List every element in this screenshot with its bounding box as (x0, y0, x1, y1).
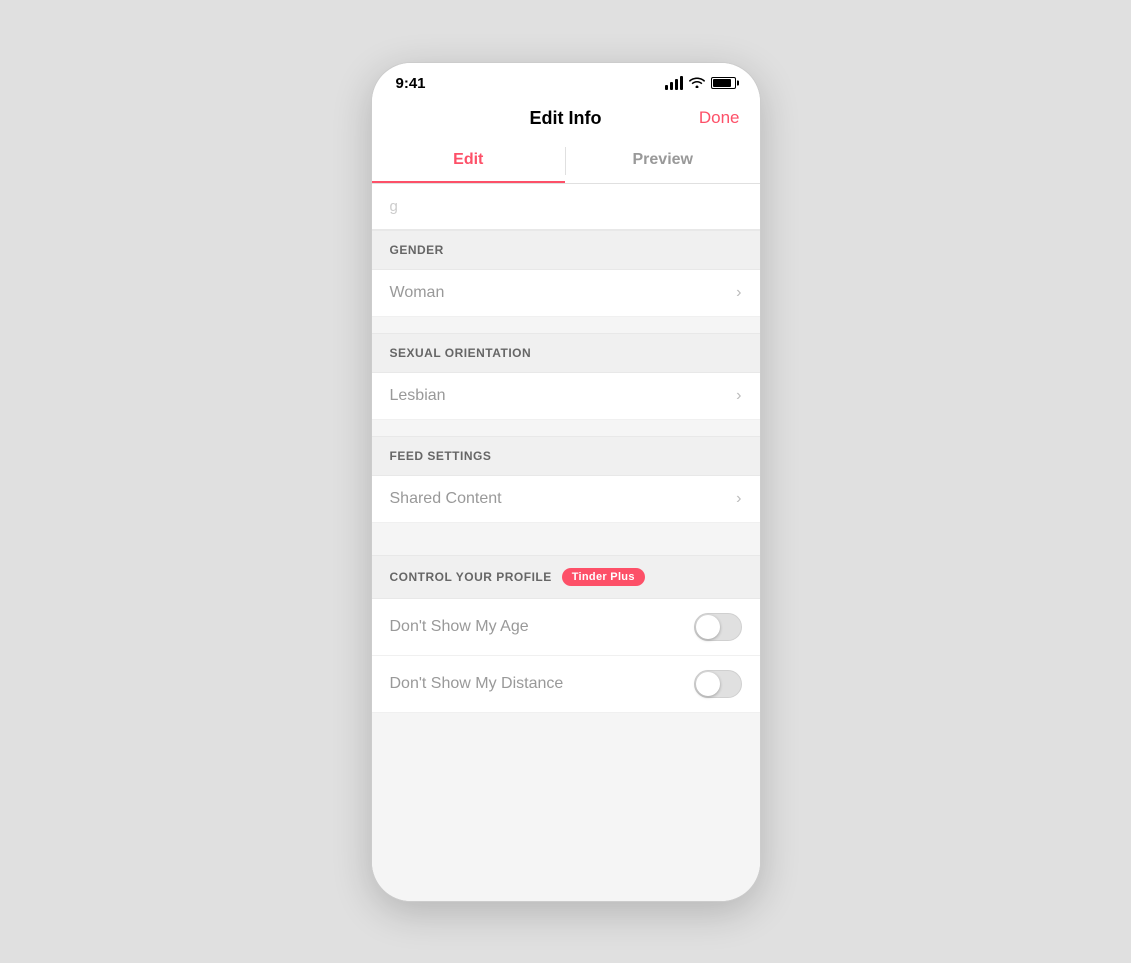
signal-bars-icon (665, 76, 683, 90)
wifi-icon (689, 76, 705, 91)
shared-content-chevron-icon: › (736, 490, 741, 508)
signal-bar-2 (670, 82, 673, 90)
dont-show-age-toggle[interactable] (694, 613, 742, 641)
tab-bar: Edit Preview (372, 139, 760, 184)
nav-bar: Edit Info Done (372, 98, 760, 139)
shared-content-value: Shared Content (390, 490, 502, 508)
spacer-3 (372, 523, 760, 539)
sexual-orientation-value: Lesbian (390, 387, 446, 405)
signal-bar-1 (665, 85, 668, 90)
dont-show-age-toggle-thumb (696, 615, 720, 639)
dont-show-age-item: Don't Show My Age (372, 599, 760, 656)
dont-show-age-label: Don't Show My Age (390, 618, 529, 636)
gender-chevron-icon: › (736, 284, 741, 302)
bottom-spacer (372, 713, 760, 753)
control-profile-section-header: CONTROL YOUR PROFILE Tinder Plus (372, 555, 760, 599)
gender-value: Woman (390, 284, 445, 302)
page-title: Edit Info (530, 108, 602, 129)
battery-fill (713, 79, 732, 87)
sexual-orientation-section-header: SEXUAL ORIENTATION (372, 333, 760, 373)
shared-content-item[interactable]: Shared Content › (372, 476, 760, 523)
spacer-1 (372, 317, 760, 333)
battery-icon (711, 77, 736, 89)
content-area: g GENDER Woman › SEXUAL ORIENTATION Lesb… (372, 184, 760, 901)
sexual-orientation-chevron-icon: › (736, 387, 741, 405)
sexual-orientation-item[interactable]: Lesbian › (372, 373, 760, 420)
done-button[interactable]: Done (699, 108, 740, 128)
signal-bar-3 (675, 79, 678, 90)
dont-show-distance-toggle[interactable] (694, 670, 742, 698)
status-icons (665, 76, 736, 91)
gender-item[interactable]: Woman › (372, 270, 760, 317)
signal-bar-4 (680, 76, 683, 90)
tab-edit[interactable]: Edit (372, 139, 566, 183)
dont-show-distance-toggle-thumb (696, 672, 720, 696)
gender-section-header: GENDER (372, 230, 760, 270)
status-time: 9:41 (396, 75, 426, 92)
status-bar: 9:41 (372, 63, 760, 98)
tinder-plus-badge[interactable]: Tinder Plus (562, 568, 645, 586)
control-profile-label: CONTROL YOUR PROFILE (390, 570, 552, 584)
spacer-2 (372, 420, 760, 436)
feed-settings-section-header: FEED SETTINGS (372, 436, 760, 476)
scroll-hint: g (372, 184, 760, 230)
phone-frame: 9:41 Edit Info Done (371, 62, 761, 902)
tab-preview[interactable]: Preview (566, 139, 760, 183)
spacer-4 (372, 539, 760, 555)
dont-show-distance-item: Don't Show My Distance (372, 656, 760, 713)
dont-show-distance-label: Don't Show My Distance (390, 675, 564, 693)
